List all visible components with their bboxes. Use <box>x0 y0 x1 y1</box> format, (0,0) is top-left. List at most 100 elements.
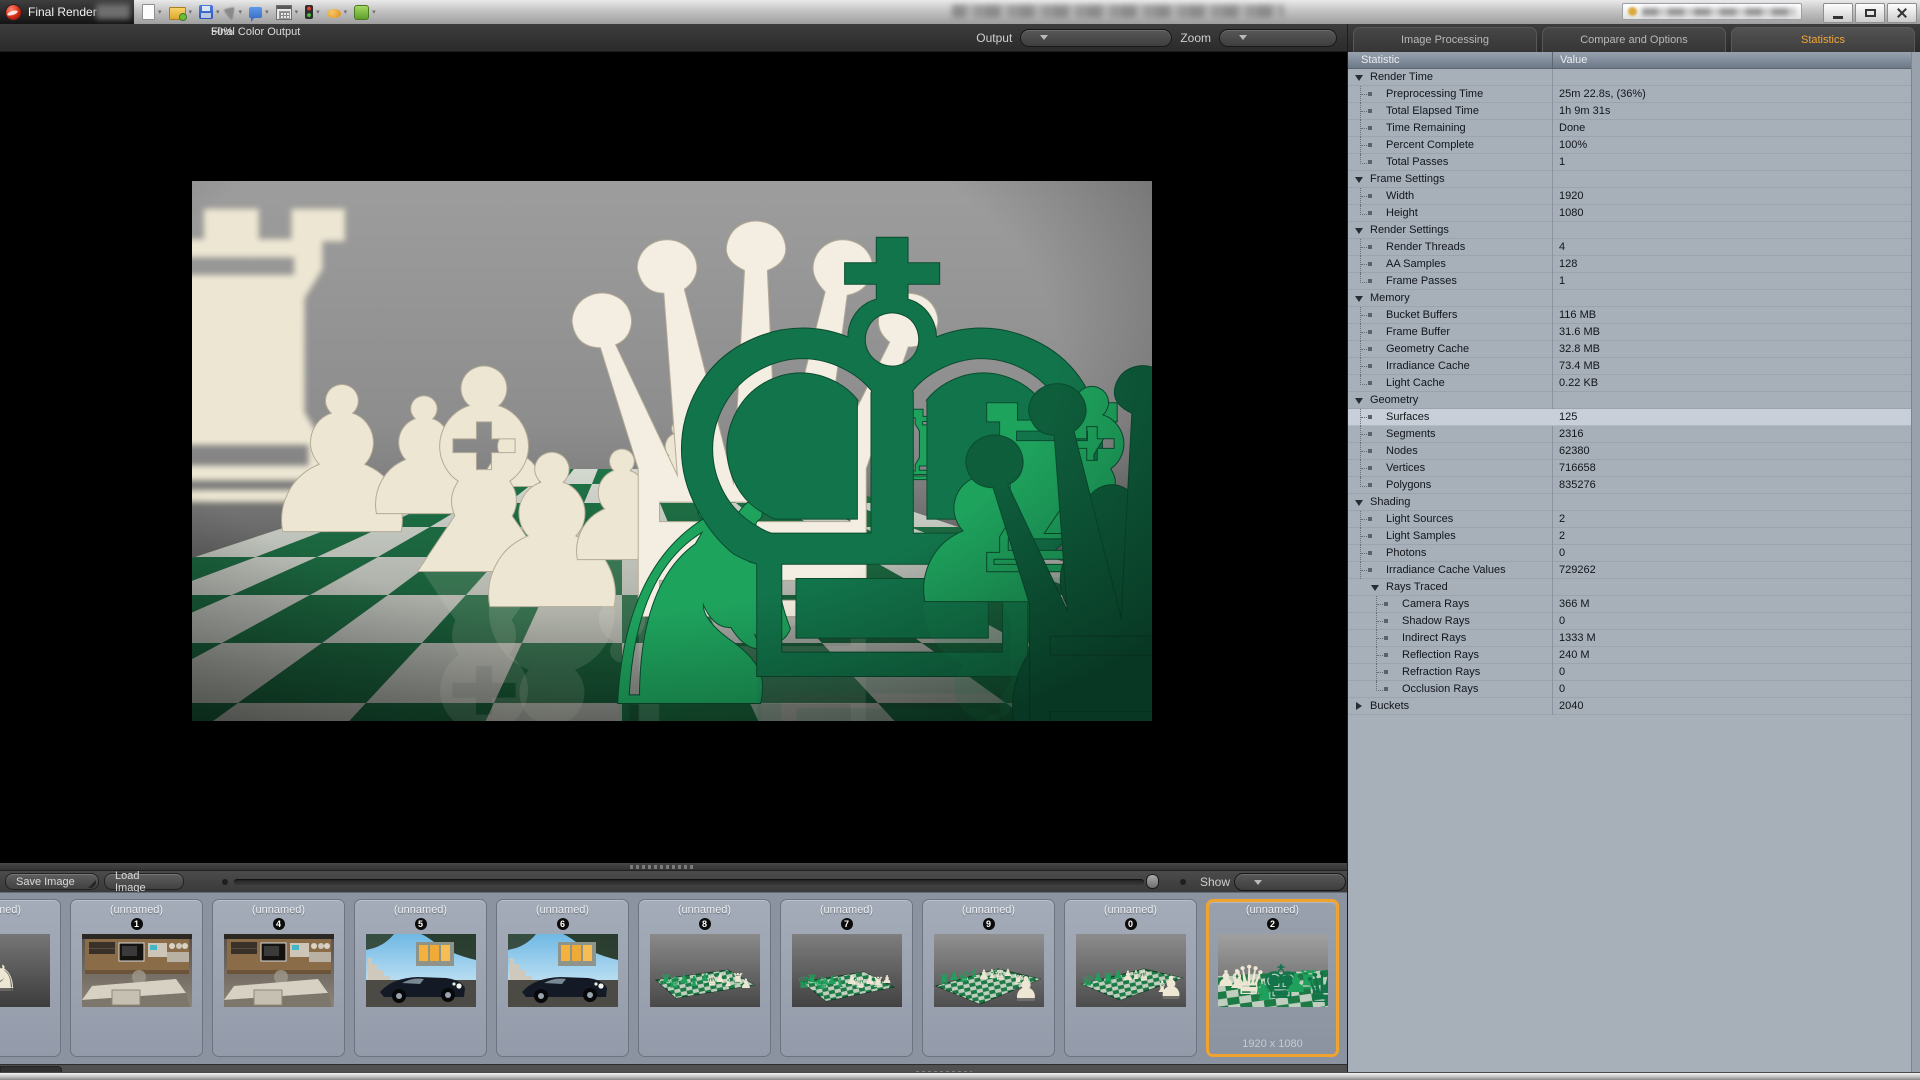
icon-dropdown-arrow[interactable]: ▾ <box>316 9 320 16</box>
thumbnail-card-edge[interactable]: (unnamed) ♟♟♟♝♞♞ <box>0 899 61 1057</box>
stats-row-indirect-rays[interactable]: Indirect Rays1333 M <box>1348 630 1920 647</box>
tab-statistics[interactable]: Statistics <box>1731 27 1915 52</box>
search-box[interactable] <box>1622 3 1802 20</box>
collapse-arrow-icon[interactable] <box>1355 398 1363 404</box>
icon-dropdown-arrow[interactable]: ▾ <box>239 9 243 16</box>
maximize-button[interactable] <box>1855 3 1885 23</box>
stats-row-geometry[interactable]: Geometry <box>1348 392 1920 409</box>
stats-row-irradiance-cache-values[interactable]: Irradiance Cache Values729262 <box>1348 562 1920 579</box>
stats-row-bucket-buffers[interactable]: Bucket Buffers116 MB <box>1348 307 1920 324</box>
tab-image-processing[interactable]: Image Processing <box>1353 27 1537 52</box>
stats-row-geometry-cache[interactable]: Geometry Cache32.8 MB <box>1348 341 1920 358</box>
stats-row-shadow-rays[interactable]: Shadow Rays0 <box>1348 613 1920 630</box>
tab-compare-and-options[interactable]: Compare and Options <box>1542 27 1726 52</box>
collapse-arrow-icon[interactable] <box>1355 296 1363 302</box>
material-button[interactable]: ▾ <box>327 6 348 18</box>
stats-row-render-settings[interactable]: Render Settings <box>1348 222 1920 239</box>
thumbnail-card-9[interactable]: (unnamed)9 ♜♟♛♝♟♝♛♟♜♟♟ <box>922 899 1055 1057</box>
thumbnail-card-1[interactable]: (unnamed)1 <box>70 899 203 1057</box>
stats-row-reflection-rays[interactable]: Reflection Rays240 M <box>1348 647 1920 664</box>
stats-row-buckets[interactable]: Buckets2040 <box>1348 698 1920 715</box>
stats-row-frame-settings[interactable]: Frame Settings <box>1348 171 1920 188</box>
icon-dropdown-arrow[interactable]: ▾ <box>265 9 269 16</box>
save-image-button[interactable]: Save Image <box>5 873 99 890</box>
stats-row-memory[interactable]: Memory <box>1348 290 1920 307</box>
thumbnail-card-6[interactable]: (unnamed)6 <box>496 899 629 1057</box>
environment-icon <box>354 5 369 20</box>
thumbnail-card-8[interactable]: (unnamed)8 ♜♛♟♝♟♛♟♝♜♟ <box>638 899 771 1057</box>
stats-row-occlusion-rays[interactable]: Occlusion Rays0 <box>1348 681 1920 698</box>
collapse-arrow-icon[interactable] <box>1371 585 1379 591</box>
horizontal-splitter[interactable] <box>0 863 1347 870</box>
thumbnail-card-7[interactable]: (unnamed)7 ♛♜♚♟♝♟♛♟♜♟ <box>780 899 913 1057</box>
stats-row-irradiance-cache[interactable]: Irradiance Cache73.4 MB <box>1348 358 1920 375</box>
minimize-button[interactable] <box>1823 3 1853 23</box>
stats-row-preprocessing-time[interactable]: Preprocessing Time25m 22.8s, (36%) <box>1348 86 1920 103</box>
close-button[interactable] <box>1887 3 1917 23</box>
stats-row-surfaces[interactable]: Surfaces125 <box>1348 409 1920 426</box>
render-viewport[interactable]: ♜♟♟♟♝♝♟♟♟♟♟♟♜♛♛♞♞♚♚♟♟♜♜♝♟♟♛♛ <box>0 52 1347 863</box>
stats-row-aa-samples[interactable]: AA Samples128 <box>1348 256 1920 273</box>
environment-button[interactable]: ▾ <box>354 5 376 20</box>
icon-dropdown-arrow[interactable]: ▾ <box>295 9 299 16</box>
stats-row-photons[interactable]: Photons0 <box>1348 545 1920 562</box>
stats-row-rays-traced[interactable]: Rays Traced <box>1348 579 1920 596</box>
thumbnail-card-4[interactable]: (unnamed)4 <box>212 899 345 1057</box>
collapse-arrow-icon[interactable] <box>1355 177 1363 183</box>
icon-dropdown-arrow[interactable]: ▾ <box>372 9 376 16</box>
stats-row-width[interactable]: Width1920 <box>1348 188 1920 205</box>
stats-row-polygons[interactable]: Polygons835276 <box>1348 477 1920 494</box>
stats-row-light-sources[interactable]: Light Sources2 <box>1348 511 1920 528</box>
stats-row-height[interactable]: Height1080 <box>1348 205 1920 222</box>
stat-label: Reflection Rays <box>1402 647 1479 663</box>
collapse-arrow-icon[interactable] <box>1355 75 1363 81</box>
expand-arrow-icon[interactable] <box>1356 702 1362 710</box>
new-document-button[interactable]: ▾ <box>142 4 162 20</box>
stats-row-shading[interactable]: Shading <box>1348 494 1920 511</box>
stats-row-camera-rays[interactable]: Camera Rays366 M <box>1348 596 1920 613</box>
history-slider-thumb[interactable] <box>1146 874 1159 889</box>
icon-dropdown-arrow[interactable]: ▾ <box>344 9 348 16</box>
icon-dropdown-arrow[interactable]: ▾ <box>216 9 220 16</box>
stats-row-frame-passes[interactable]: Frame Passes1 <box>1348 273 1920 290</box>
stats-row-light-samples[interactable]: Light Samples2 <box>1348 528 1920 545</box>
svg-text:♟: ♟ <box>882 973 892 986</box>
traffic-light-button[interactable]: ▾ <box>305 5 320 19</box>
stats-row-percent-complete[interactable]: Percent Complete100% <box>1348 137 1920 154</box>
history-slider[interactable] <box>234 879 1144 885</box>
column-header-statistic[interactable]: Statistic <box>1348 52 1552 68</box>
vertical-scrollbar[interactable] <box>1911 52 1920 1080</box>
zoom-dropdown[interactable]: 50% <box>1219 29 1337 47</box>
load-image-button[interactable]: Load Image <box>104 873 184 890</box>
stats-row-frame-buffer[interactable]: Frame Buffer31.6 MB <box>1348 324 1920 341</box>
stats-row-render-threads[interactable]: Render Threads4 <box>1348 239 1920 256</box>
thumbnail-card-5[interactable]: (unnamed)5 <box>354 899 487 1057</box>
open-folder-button[interactable]: ▾ <box>169 4 193 20</box>
save-button[interactable]: ▾ <box>199 5 220 19</box>
thumbnail-card-0[interactable]: (unnamed)0 ♛♟♜♟♟♝♛♝♟♟ <box>1064 899 1197 1057</box>
output-dropdown[interactable]: Final Color Output <box>1020 29 1172 47</box>
stats-row-render-time[interactable]: Render Time <box>1348 69 1920 86</box>
stats-row-total-passes[interactable]: Total Passes1 <box>1348 154 1920 171</box>
pointer-button[interactable]: ▾ <box>227 6 243 18</box>
annotate-button[interactable]: ▾ <box>249 7 269 18</box>
collapse-arrow-icon[interactable] <box>1355 500 1363 506</box>
stats-row-time-remaining[interactable]: Time RemainingDone <box>1348 120 1920 137</box>
render-dialog-button[interactable]: ▾ <box>276 5 299 20</box>
stat-label: Percent Complete <box>1386 137 1474 153</box>
thumbnail-image: ♛♟♜♟♟♝♛♝♟♟ <box>1076 934 1186 1007</box>
stats-row-total-elapsed-time[interactable]: Total Elapsed Time1h 9m 31s <box>1348 103 1920 120</box>
stats-row-refraction-rays[interactable]: Refraction Rays0 <box>1348 664 1920 681</box>
stats-row-nodes[interactable]: Nodes62380 <box>1348 443 1920 460</box>
show-dropdown[interactable]: All <box>1234 873 1346 891</box>
close-icon <box>1896 7 1908 19</box>
stats-row-segments[interactable]: Segments2316 <box>1348 426 1920 443</box>
column-header-value[interactable]: Value <box>1552 52 1920 68</box>
stats-row-vertices[interactable]: Vertices716658 <box>1348 460 1920 477</box>
icon-dropdown-arrow[interactable]: ▾ <box>189 9 193 16</box>
icon-dropdown-arrow[interactable]: ▾ <box>158 9 162 16</box>
collapse-arrow-icon[interactable] <box>1355 228 1363 234</box>
thumbnail-card-2[interactable]: (unnamed)2 ♟♝♛♞♚♟♜♛1920 x 1080 <box>1206 899 1339 1057</box>
stats-row-light-cache[interactable]: Light Cache0.22 KB <box>1348 375 1920 392</box>
svg-text:♞: ♞ <box>0 958 18 996</box>
